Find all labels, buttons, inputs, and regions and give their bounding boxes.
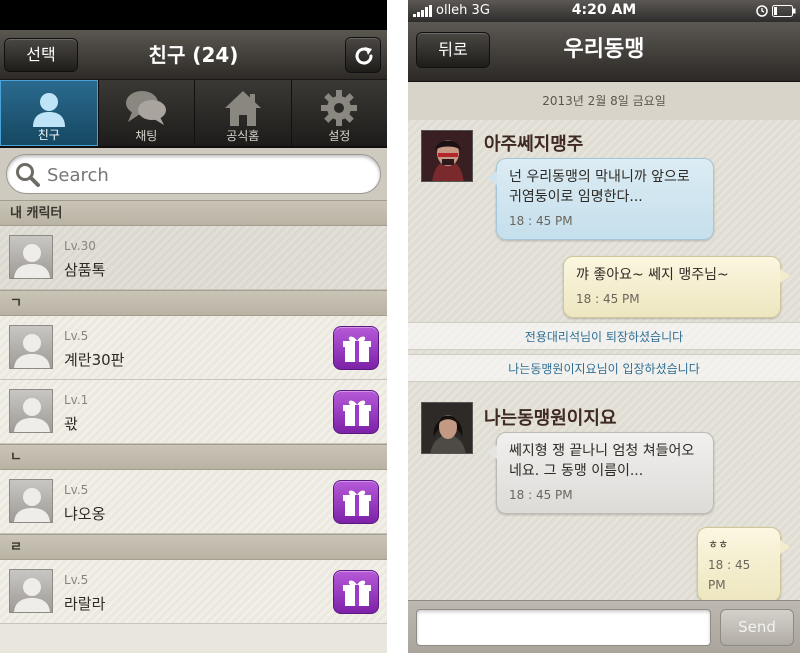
gear-icon <box>321 90 358 126</box>
section-header-n: ㄴ <box>0 444 387 470</box>
person-icon <box>32 93 65 127</box>
bubble-tail <box>487 445 497 459</box>
message-bubble-incoming[interactable]: 쎄지형 쟁 끝나니 엄청 쳐들어오네요. 그 동맹 이름이... 18 : 45… <box>487 432 714 514</box>
tab-official-home[interactable]: 공식홈 <box>194 80 291 146</box>
tab-settings-label: 설정 <box>328 129 351 143</box>
friend-level: Lv.1 <box>64 393 89 407</box>
gift-icon <box>343 490 371 516</box>
gift-icon <box>343 580 371 606</box>
avatar <box>9 479 53 523</box>
alarm-clock-icon <box>756 5 768 17</box>
status-bar <box>0 0 387 30</box>
friend-name: 계란30판 <box>64 351 125 369</box>
message-input[interactable] <box>416 609 711 646</box>
message-time: 18 : 45 PM <box>708 558 751 592</box>
battery-icon <box>772 5 796 17</box>
date-divider: 2013년 2월 8일 금요일 <box>408 82 800 120</box>
message-bubble-outgoing[interactable]: 꺄 좋아요~ 쎄지 맹주님~ 18 : 45 PM <box>563 256 790 318</box>
message-text: 쎄지형 쟁 끝나니 엄청 쳐들어오네요. 그 동맹 이름이... <box>509 443 695 479</box>
page-title: 친구 (24) <box>148 43 239 67</box>
section-header-my-character: 내 캐릭터 <box>0 200 387 226</box>
message-input-bar: Send <box>408 600 800 653</box>
friend-name: 라랄라 <box>64 595 106 613</box>
bubble-tail <box>780 540 790 554</box>
friends-screen: 선택 친구 (24) 친구 채팅 공식홈 설정 Search 내 캐릭터 Lv.… <box>0 0 387 653</box>
chat-screen: olleh 3G 4:20 AM 뒤로 우리동맹 2013년 2월 8일 금요일 <box>408 0 800 653</box>
gift-button[interactable] <box>333 390 379 434</box>
system-message: 전용대리석님이 퇴장하셨습니다 <box>408 322 800 350</box>
friend-name: 곿 <box>64 415 78 433</box>
message-bubble-incoming[interactable]: 넌 우리동맹의 막내니까 앞으로 귀염둥이로 임명한다... 18 : 45 P… <box>487 158 714 240</box>
system-message: 나는동맹원이지요님이 입장하셨습니다 <box>408 354 800 382</box>
message-text: 넌 우리동맹의 막내니까 앞으로 귀염둥이로 임명한다... <box>509 169 690 205</box>
home-icon <box>224 91 261 126</box>
gift-icon <box>343 400 371 426</box>
chat-bubbles-icon <box>126 91 167 125</box>
bubble-tail <box>487 171 497 185</box>
status-time: 4:20 AM <box>571 2 637 18</box>
status-bar: olleh 3G 4:20 AM <box>408 0 800 22</box>
friend-name: 삼품톡 <box>64 261 106 279</box>
female-warrior-portrait-icon <box>422 403 472 453</box>
default-avatar-icon <box>14 488 50 522</box>
sender-avatar[interactable] <box>421 402 473 454</box>
warrior-portrait-icon <box>422 131 472 181</box>
default-avatar-icon <box>14 578 50 612</box>
gift-button[interactable] <box>333 326 379 370</box>
tab-bar: 친구 채팅 공식홈 설정 <box>0 80 387 148</box>
message-time: 18 : 45 PM <box>509 488 573 502</box>
friend-level: Lv.30 <box>64 239 96 253</box>
tab-settings[interactable]: 설정 <box>290 80 388 146</box>
nav-bar: 뒤로 우리동맹 <box>408 22 800 82</box>
friend-level: Lv.5 <box>64 483 89 497</box>
message-time: 18 : 45 PM <box>576 292 640 306</box>
refresh-icon <box>355 47 373 65</box>
friend-row[interactable]: Lv.5 냐오옹 <box>0 470 387 534</box>
gift-button[interactable] <box>333 480 379 524</box>
friend-row-me[interactable]: Lv.30 삼품톡 <box>0 226 387 290</box>
bubble-tail <box>780 269 790 283</box>
tab-chat[interactable]: 채팅 <box>97 80 195 146</box>
gift-icon <box>343 336 371 362</box>
search-field <box>6 154 381 194</box>
chat-messages[interactable]: 2013년 2월 8일 금요일 아주쎄지맹주 넌 우리동맹의 막내니까 앞으로 … <box>408 82 800 602</box>
message-text: ㅎㅎ <box>708 538 729 551</box>
friend-level: Lv.5 <box>64 573 89 587</box>
default-avatar-icon <box>14 244 50 278</box>
search-input[interactable] <box>47 161 347 189</box>
search-bar <box>0 148 387 200</box>
tab-chat-label: 채팅 <box>135 129 158 143</box>
avatar <box>9 325 53 369</box>
sender-name: 아주쎄지맹주 <box>484 134 584 155</box>
message-time: 18 : 45 PM <box>509 214 573 228</box>
friend-row[interactable]: Lv.1 곿 <box>0 380 387 444</box>
message-bubble-outgoing[interactable]: ㅎㅎ 18 : 45 PM <box>697 527 790 602</box>
search-icon <box>16 163 40 187</box>
section-header-g: ㄱ <box>0 290 387 316</box>
friend-row[interactable]: Lv.5 계란30판 <box>0 316 387 380</box>
friend-level: Lv.5 <box>64 329 89 343</box>
friend-row[interactable]: Lv.5 라랄라 <box>0 560 387 624</box>
nav-bar: 선택 친구 (24) <box>0 30 387 80</box>
tab-friends[interactable]: 친구 <box>0 80 98 146</box>
avatar <box>9 235 53 279</box>
tab-friends-label: 친구 <box>37 128 60 142</box>
section-header-r: ㄹ <box>0 534 387 560</box>
tab-official-home-label: 공식홈 <box>226 129 260 143</box>
gift-button[interactable] <box>333 570 379 614</box>
message-text: 꺄 좋아요~ 쎄지 맹주님~ <box>576 267 729 283</box>
refresh-button[interactable] <box>345 37 381 73</box>
avatar <box>9 569 53 613</box>
avatar <box>9 389 53 433</box>
sender-avatar[interactable] <box>421 130 473 182</box>
chat-title: 우리동맹 <box>563 37 645 62</box>
send-button[interactable]: Send <box>720 609 794 646</box>
sender-name: 나는동맹원이지요 <box>484 408 617 429</box>
friend-name: 냐오옹 <box>64 505 106 523</box>
default-avatar-icon <box>14 334 50 368</box>
default-avatar-icon <box>14 398 50 432</box>
